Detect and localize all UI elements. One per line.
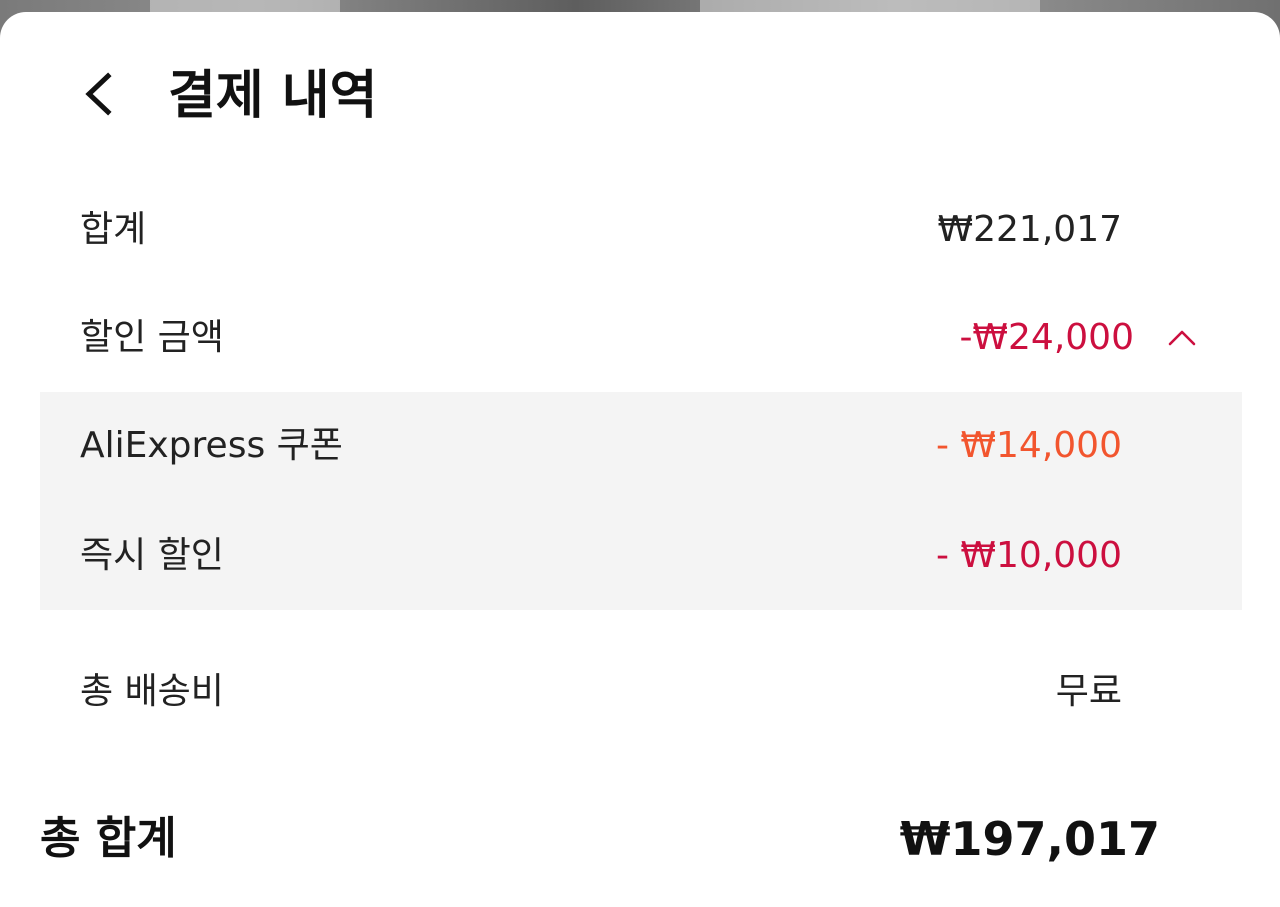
grand-total-value: ₩197,017	[899, 812, 1160, 866]
back-button[interactable]	[72, 66, 128, 122]
sheet-header: 결제 내역	[0, 54, 1280, 138]
instant-discount-value: - ₩10,000	[936, 535, 1122, 576]
discount-item-instant: 즉시 할인 - ₩10,000	[40, 502, 1242, 610]
coupon-value: - ₩14,000	[936, 425, 1122, 466]
coupon-label: AliExpress 쿠폰	[80, 425, 343, 466]
payment-details-sheet: 결제 내역 합계 ₩221,017 할인 금액 -₩24,000 AliExpr…	[0, 12, 1280, 907]
discount-row[interactable]: 할인 금액 -₩24,000	[40, 284, 1242, 392]
subtotal-value: ₩221,017	[937, 209, 1122, 250]
shipping-value: 무료	[1055, 671, 1122, 712]
subtotal-row: 합계 ₩221,017	[40, 176, 1242, 284]
discount-total-value: -₩24,000	[959, 317, 1134, 358]
discount-breakdown: AliExpress 쿠폰 - ₩14,000 즉시 할인 - ₩10,000	[40, 392, 1242, 610]
instant-discount-label: 즉시 할인	[80, 535, 224, 576]
grand-total-row: 총 합계 ₩197,017	[40, 784, 1242, 894]
discount-label: 할인 금액	[80, 317, 224, 358]
chevron-up-icon	[1164, 330, 1200, 360]
page-title: 결제 내역	[168, 66, 378, 126]
chevron-left-icon	[72, 66, 128, 122]
shipping-row: 총 배송비 무료	[40, 638, 1242, 746]
subtotal-label: 합계	[80, 209, 147, 250]
discount-item-coupon: AliExpress 쿠폰 - ₩14,000	[40, 392, 1242, 500]
shipping-label: 총 배송비	[80, 671, 224, 712]
grand-total-label: 총 합계	[40, 813, 177, 864]
collapse-discount-toggle[interactable]	[1164, 320, 1200, 356]
